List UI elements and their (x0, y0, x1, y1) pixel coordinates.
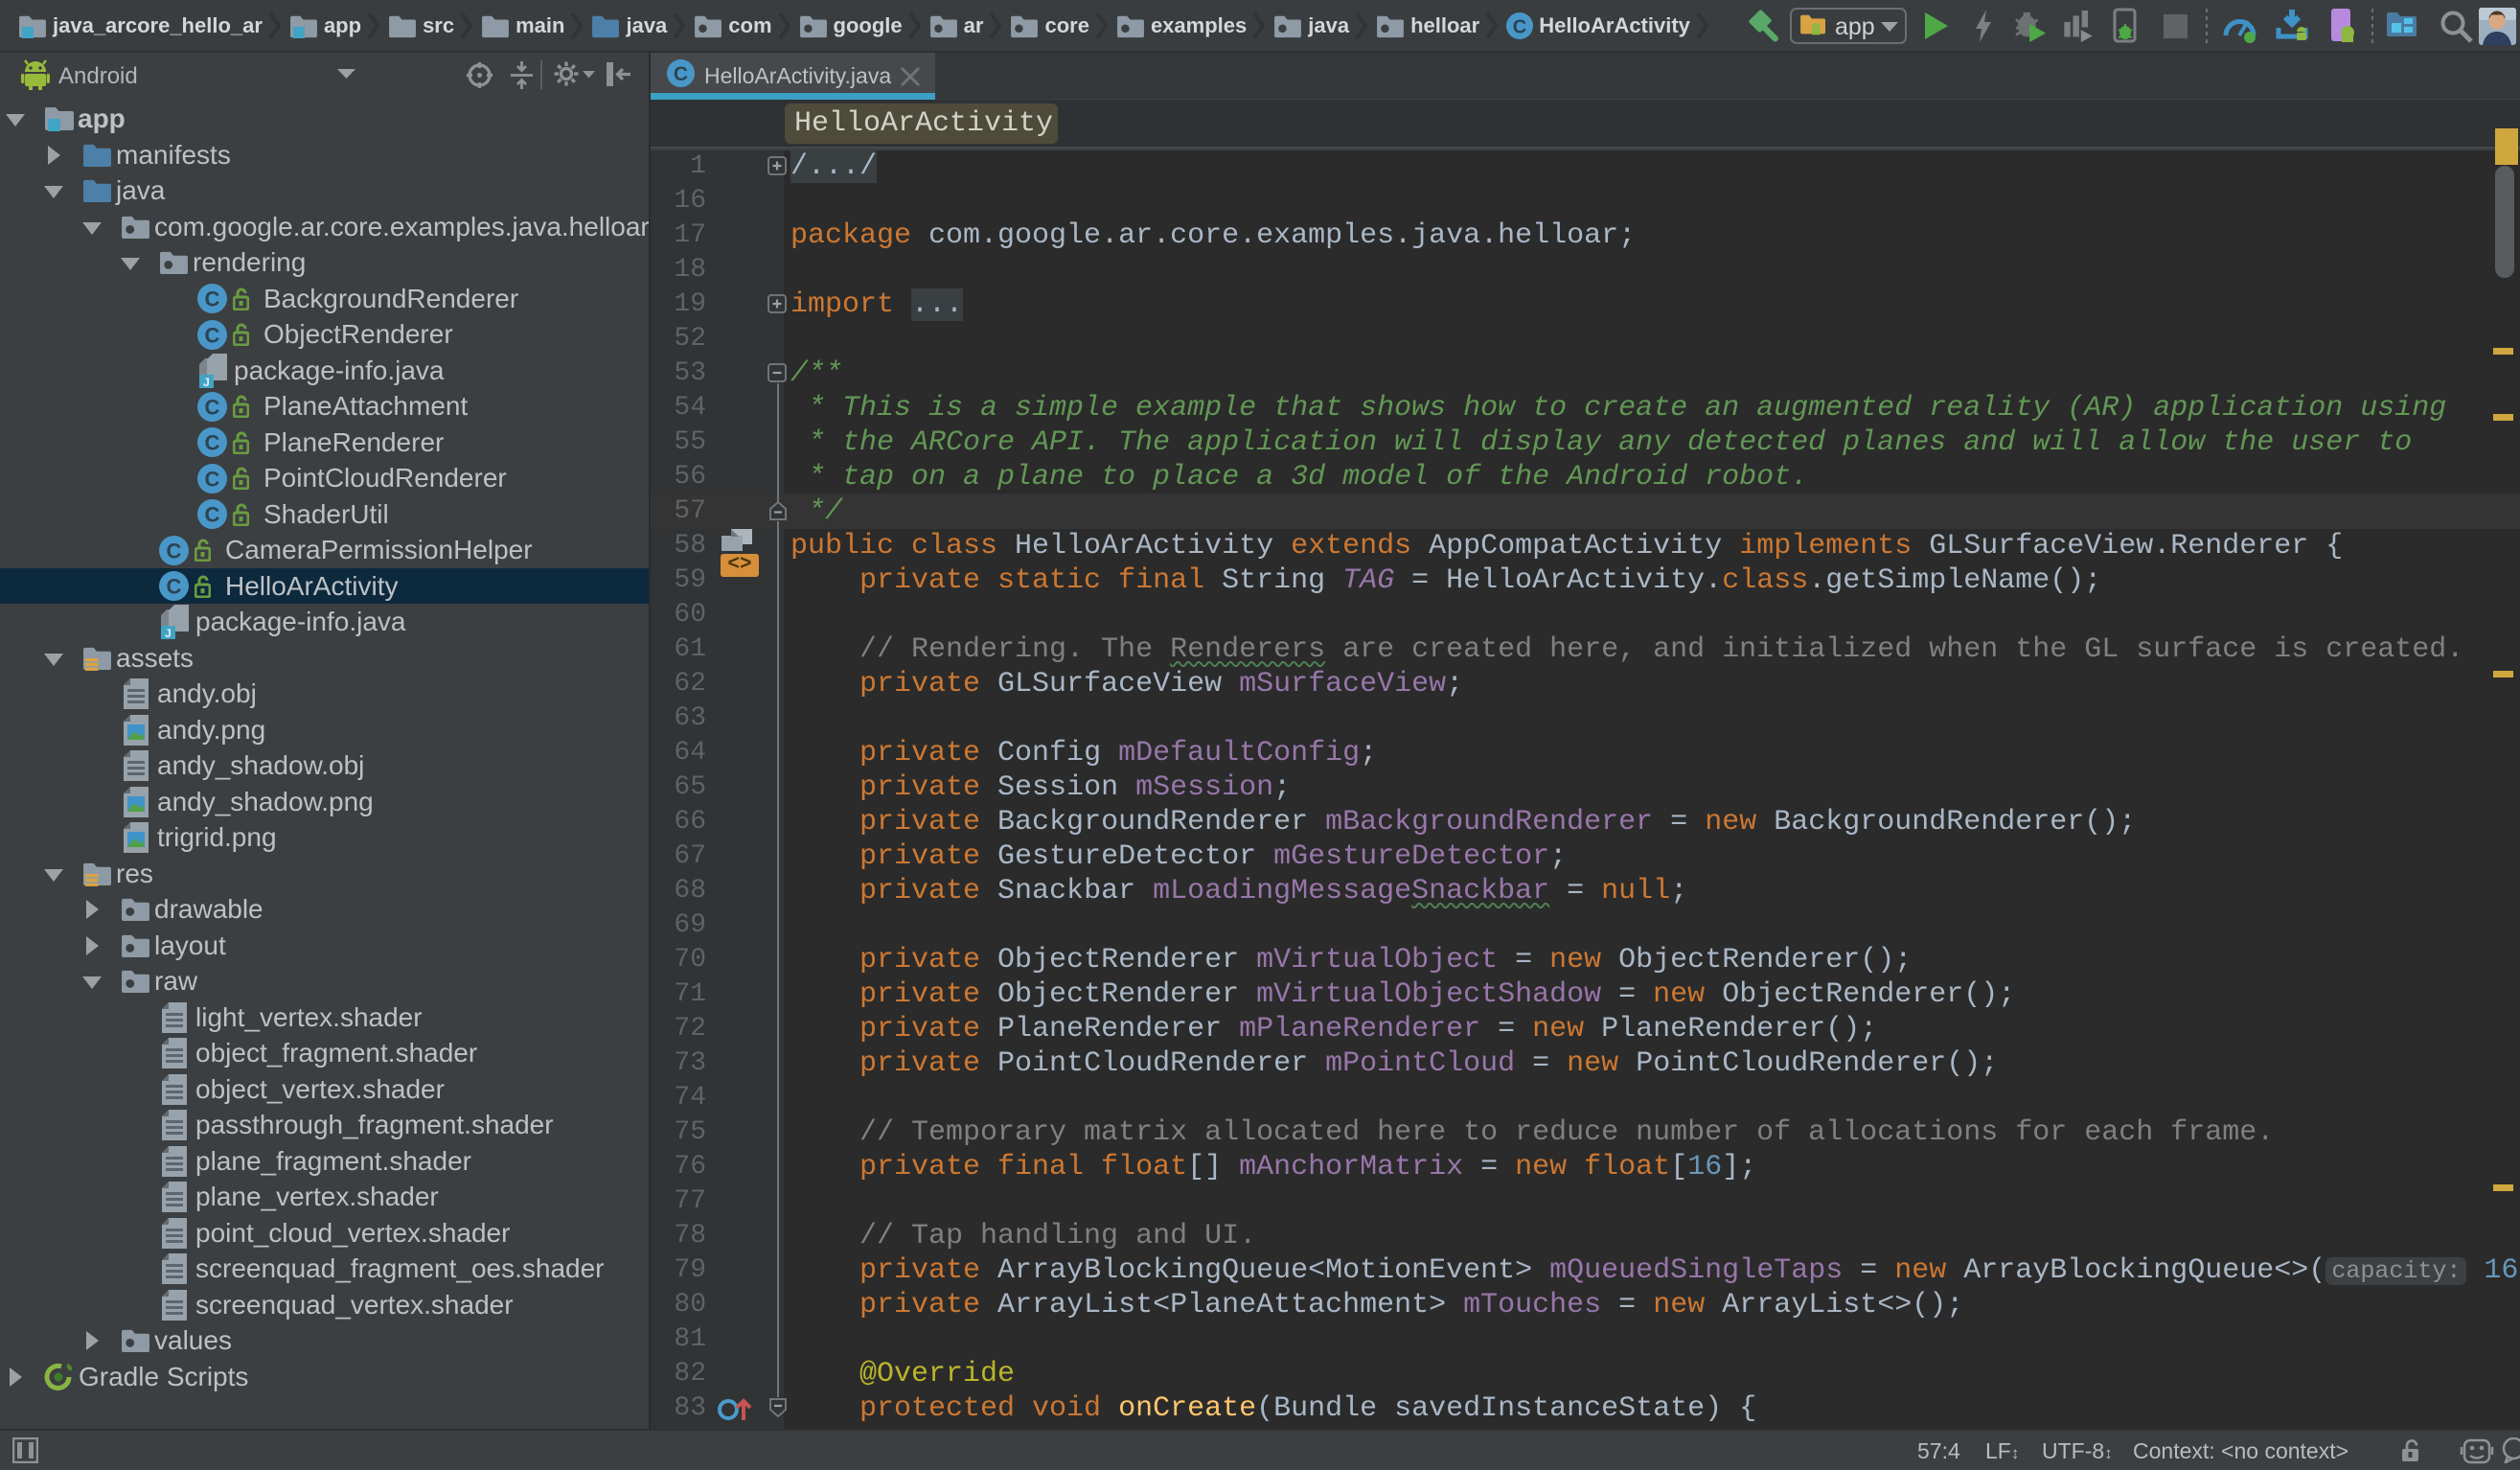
svg-text:C: C (205, 287, 220, 311)
svg-text:C: C (205, 467, 220, 491)
svg-text:C: C (167, 575, 182, 599)
svg-text:C: C (205, 323, 220, 347)
svg-text:J: J (165, 627, 172, 640)
svg-text:C: C (205, 395, 220, 419)
svg-text:C: C (674, 63, 688, 85)
svg-text:C: C (1513, 16, 1526, 37)
svg-text:C: C (205, 431, 220, 455)
svg-text:J: J (203, 376, 210, 389)
svg-text:C: C (167, 539, 182, 563)
svg-text:C: C (205, 503, 220, 527)
